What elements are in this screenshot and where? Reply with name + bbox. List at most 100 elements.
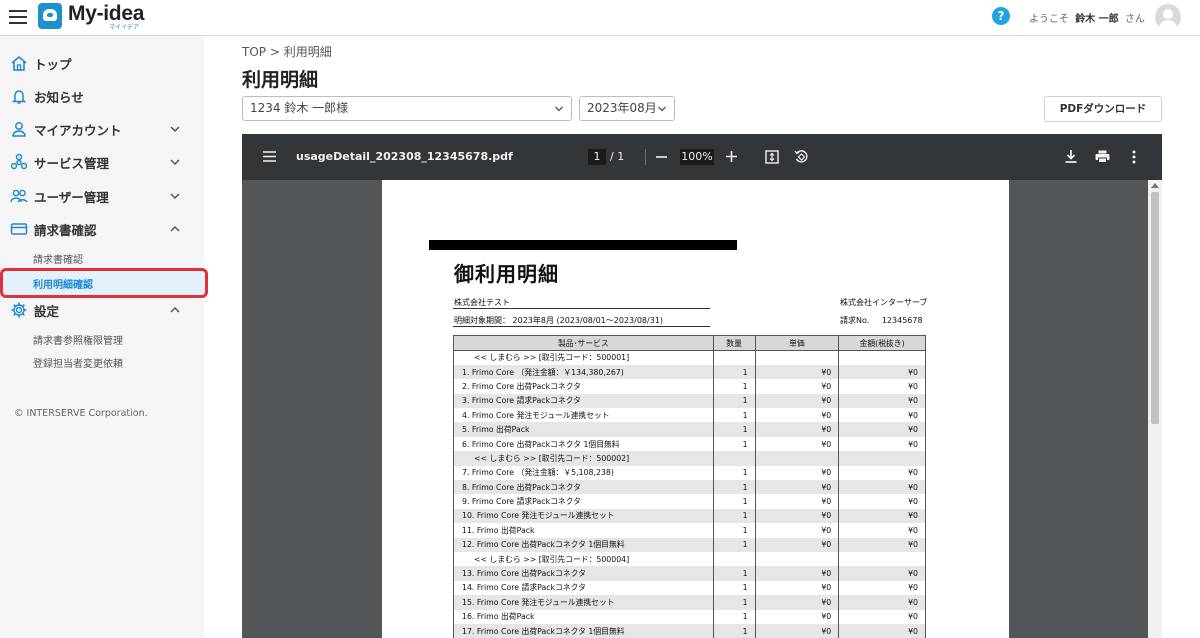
table-cell-price: ¥0 [754, 523, 840, 538]
sidebar-item-news[interactable]: お知らせ [0, 82, 204, 110]
invoice-number-value: 12345678 [881, 316, 923, 325]
menu-icon[interactable] [9, 10, 27, 24]
sidebar-item-billing[interactable]: 請求書確認 [0, 215, 204, 243]
sidebar-item-label: トップ [34, 56, 72, 72]
table-cell-price: ¥0 [754, 609, 840, 624]
pdf-page: 御利用明細 株式会社テスト 明細対象期間： 2023年8月 (2023/08/0… [382, 180, 1009, 638]
table-cell-amount: ¥0 [838, 393, 926, 409]
sidebar-item-account[interactable]: マイアカウント [0, 115, 204, 143]
underline [453, 308, 710, 309]
table-cell-name: << しまむら >> [取引先コード：500004] [453, 551, 714, 567]
sidebar-item-users[interactable]: ユーザー管理 [0, 182, 204, 210]
sidebar-subitem-invoice-permissions[interactable]: 請求書参照権限管理 [33, 332, 123, 347]
issuer-name: 株式会社インターサーブ [840, 298, 928, 307]
users-icon [10, 189, 28, 203]
table-cell-name: 17. Frimo Core 出荷Packコネクタ 1個目無料 [453, 623, 714, 638]
column-header: 単価 [754, 335, 840, 351]
logo-mascot-icon [38, 3, 62, 29]
copyright: © INTERSERVE Corporation. [14, 408, 148, 419]
menu-icon[interactable] [263, 151, 276, 162]
table-row: 3. Frimo Core 請求Packコネクタ 1 ¥0 ¥0 [453, 393, 926, 409]
sidebar-subitem-usage-detail[interactable]: 利用明細確認 [0, 268, 208, 298]
table-row: 15. Frimo Core 発注モジュール連携セット 1 ¥0 ¥0 [453, 595, 926, 610]
table-cell-name: 1. Frimo Core （発注金額：￥134,380,267) [453, 364, 714, 380]
chevron-down-icon [170, 159, 180, 166]
sidebar-subitem-contact-change[interactable]: 登録担当者変更依頼 [33, 355, 123, 370]
table-cell-empty [712, 551, 756, 567]
table-group-row: << しまむら >> [取引先コード：500001] [453, 350, 926, 365]
table-cell-name: 13. Frimo Core 出荷Packコネクタ [453, 566, 714, 581]
chevron-down-icon [170, 126, 180, 133]
sidebar-item-label: 請求書確認 [34, 222, 97, 238]
table-cell-price: ¥0 [754, 537, 840, 552]
table-cell-price: ¥0 [754, 408, 840, 423]
month-select[interactable]: 2023年08月 [579, 96, 675, 121]
account-select[interactable]: 1234 鈴木 一郎様 [242, 96, 572, 121]
table-cell-name: 9. Frimo Core 請求Packコネクタ [453, 494, 714, 509]
table-cell-empty [838, 350, 926, 365]
table-cell-name: 16. Frimo 出荷Pack [453, 609, 714, 624]
sidebar-item-settings[interactable]: 設定 [0, 296, 204, 324]
table-cell-qty: 1 [712, 508, 756, 524]
table-row: 14. Frimo Core 請求Packコネクタ 1 ¥0 ¥0 [453, 580, 926, 596]
table-cell-qty: 1 [712, 523, 756, 538]
sidebar-item-label: ユーザー管理 [34, 189, 109, 205]
table-cell-qty: 1 [712, 436, 756, 452]
user-icon [12, 122, 26, 137]
table-cell-name: 8. Frimo Core 出荷Packコネクタ [453, 480, 714, 495]
table-cell-name: 4. Frimo Core 発注モジュール連携セット [453, 408, 714, 423]
print-icon[interactable] [1095, 150, 1110, 163]
gear-icon [11, 302, 27, 318]
table-group-row: << しまむら >> [取引先コード：500002] [453, 451, 926, 466]
sidebar-subitem-invoice[interactable]: 請求書確認 [33, 251, 83, 266]
table-row: 11. Frimo 出荷Pack 1 ¥0 ¥0 [453, 523, 926, 538]
zoom-input[interactable]: 100% [680, 149, 714, 165]
table-cell-price: ¥0 [754, 364, 840, 380]
table-cell-price: ¥0 [754, 623, 840, 638]
table-row: 2. Frimo Core 出荷Packコネクタ 1 ¥0 ¥0 [453, 379, 926, 394]
zoom-in-icon[interactable] [726, 151, 737, 162]
column-header: 数量 [712, 335, 756, 351]
billing-period: 明細対象期間： 2023年8月 (2023/08/01〜2023/08/31) [454, 316, 663, 325]
sidebar-item-services[interactable]: サービス管理 [0, 148, 204, 176]
logo[interactable]: My-idea マイイデア [38, 3, 144, 31]
table-cell-amount: ¥0 [838, 523, 926, 538]
more-vert-icon[interactable] [1132, 150, 1136, 164]
table-cell-price: ¥0 [754, 494, 840, 509]
avatar[interactable] [1155, 4, 1181, 30]
table-cell-empty [754, 350, 840, 365]
table-row: 5. Frimo 出荷Pack 1 ¥0 ¥0 [453, 422, 926, 437]
download-icon[interactable] [1065, 150, 1077, 163]
page-total: / 1 [610, 150, 625, 163]
sidebar-item-label: マイアカウント [34, 122, 122, 138]
table-cell-name: 11. Frimo 出荷Pack [453, 523, 714, 538]
fit-page-icon[interactable] [765, 150, 779, 164]
table-row: 12. Frimo Core 出荷Packコネクタ 1個目無料 1 ¥0 ¥0 [453, 537, 926, 552]
table-cell-qty: 1 [712, 393, 756, 409]
sidebar-item-top[interactable]: トップ [0, 49, 204, 77]
scroll-thumb[interactable] [1151, 192, 1159, 424]
table-cell-name: 6. Frimo Core 出荷Packコネクタ 1個目無料 [453, 436, 714, 452]
table-cell-qty: 1 [712, 480, 756, 495]
rotate-icon[interactable] [794, 149, 809, 164]
table-cell-empty [754, 451, 840, 466]
table-cell-qty: 1 [712, 537, 756, 552]
table-cell-price: ¥0 [754, 580, 840, 596]
table-cell-name: 5. Frimo 出荷Pack [453, 422, 714, 437]
table-cell-name: 10. Frimo Core 発注モジュール連携セット [453, 508, 714, 524]
page-number-input[interactable]: 1 [588, 149, 606, 165]
help-icon[interactable]: ? [992, 7, 1010, 25]
table-cell-qty: 1 [712, 623, 756, 638]
pdf-scrollbar[interactable] [1148, 180, 1162, 638]
table-cell-empty [712, 350, 756, 365]
pdf-download-button[interactable]: PDFダウンロード [1044, 96, 1162, 122]
service-icon [10, 153, 28, 170]
table-cell-price: ¥0 [754, 595, 840, 610]
table-cell-empty [754, 551, 840, 567]
month-select-value: 2023年08月 [587, 101, 657, 115]
scroll-up-icon[interactable] [1151, 183, 1159, 188]
table-row: 8. Frimo Core 出荷Packコネクタ 1 ¥0 ¥0 [453, 480, 926, 495]
table-row: 17. Frimo Core 出荷Packコネクタ 1個目無料 1 ¥0 ¥0 [453, 623, 926, 638]
zoom-out-icon[interactable] [656, 156, 667, 158]
table-cell-empty [712, 451, 756, 466]
